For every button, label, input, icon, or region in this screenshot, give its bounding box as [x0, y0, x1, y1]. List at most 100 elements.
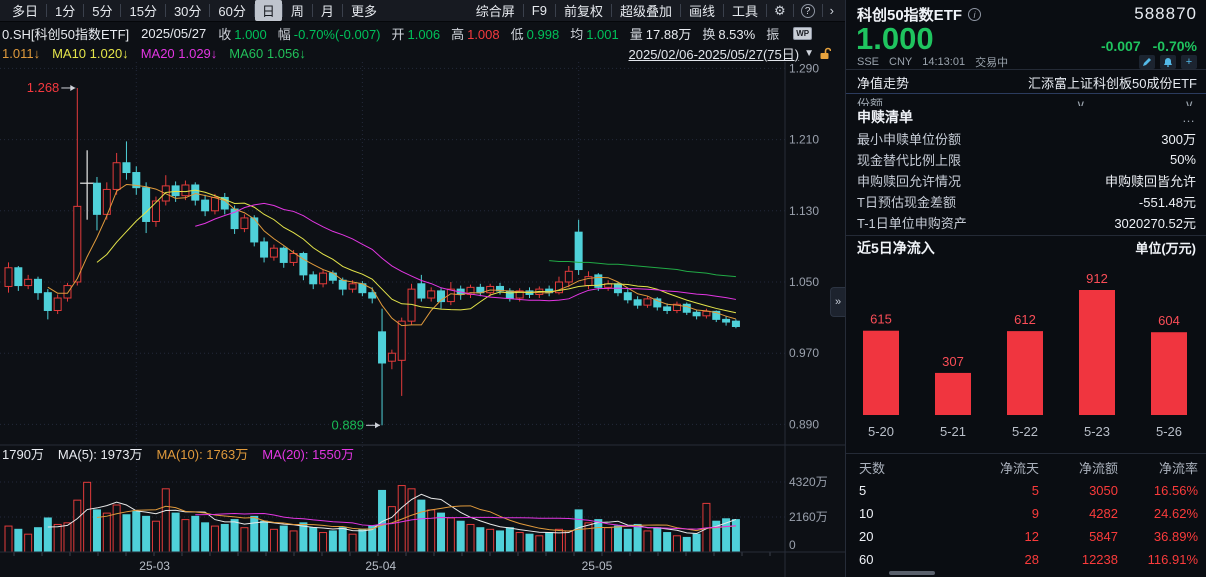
gear-icon[interactable]: ⚙	[767, 3, 793, 19]
quote-header: 科创50指数ETF i 588870 1.000 -0.007 -0.70% S…	[846, 0, 1206, 70]
clipped-row-text: 份额	[857, 97, 883, 106]
ma-legend-row: 1.011↓MA10 1.020↓MA20 1.029↓MA60 1.056↓ …	[0, 44, 845, 62]
field-均: 均1.001	[570, 24, 619, 43]
period-tab-1分[interactable]: 1分	[47, 0, 83, 21]
chevron-down-icon[interactable]: ▼	[804, 48, 814, 59]
exchange-label: SSE	[857, 56, 879, 68]
trading-app: 多日1分5分15分30分60分日周月更多 综合屏F9前复权超级叠加画线工具⚙? ›…	[0, 0, 1206, 577]
bar-date: 2025/05/27	[141, 26, 206, 41]
table-header-row: 天数净流天净流额净流率	[846, 456, 1206, 479]
svg-text:1.290: 1.290	[789, 62, 819, 75]
chevron-down-icon[interactable]: ∨	[1076, 95, 1086, 106]
help-icon[interactable]: ?	[801, 4, 815, 18]
period-tab-15分[interactable]: 15分	[121, 0, 164, 21]
field-幅: 幅-0.70%(-0.007)	[278, 24, 381, 43]
quote-time: 14:13:01	[922, 56, 965, 68]
kv-row: T日预估现金差额-551.48元	[846, 191, 1206, 212]
table-row[interactable]: 602812238116.91%	[846, 548, 1206, 571]
svg-text:5-23: 5-23	[1084, 424, 1110, 439]
period-tab-日[interactable]: 日	[255, 0, 282, 21]
trading-status: 交易中	[975, 54, 1008, 70]
period-tab-多日[interactable]: 多日	[4, 0, 46, 21]
svg-text:0.889: 0.889	[331, 417, 364, 432]
redemption-section-header: 申赎清单 …	[846, 106, 1206, 128]
info-icon[interactable]: i	[968, 8, 981, 21]
add-watch-icon[interactable]: +	[1181, 55, 1197, 69]
lock-open-icon[interactable]	[819, 47, 831, 60]
currency-label: CNY	[889, 56, 912, 68]
quote-panel: 科创50指数ETF i 588870 1.000 -0.007 -0.70% S…	[845, 0, 1206, 577]
svg-text:912: 912	[1086, 271, 1108, 286]
period-tab-60分[interactable]: 60分	[210, 0, 253, 21]
top-toolbar: 多日1分5分15分30分60分日周月更多 综合屏F9前复权超级叠加画线工具⚙? ›	[0, 0, 845, 22]
svg-text:615: 615	[870, 312, 892, 327]
alert-bell-icon[interactable]	[1160, 55, 1176, 69]
expand-right-icon[interactable]: ›	[823, 3, 841, 18]
field-换: 换8.53%	[702, 24, 755, 43]
more-options-icon[interactable]: …	[1182, 110, 1196, 125]
table-row[interactable]: 2012584736.89%	[846, 525, 1206, 548]
kline-chart[interactable]: 1.2901.2101.1301.0500.9700.8904320万2160万…	[0, 62, 845, 577]
svg-text:0: 0	[789, 538, 796, 552]
svg-text:604: 604	[1158, 313, 1180, 328]
field-开: 开1.006	[392, 24, 441, 43]
field-振: 振	[766, 24, 782, 43]
period-tabs: 多日1分5分15分30分60分日周月更多	[4, 0, 385, 22]
tool-超级叠加[interactable]: 超级叠加	[612, 0, 680, 21]
kv-row: 最小申赎单位份额300万	[846, 128, 1206, 149]
period-tab-月[interactable]: 月	[313, 0, 342, 21]
volume-legend-item: MA(20): 1550万	[262, 444, 354, 463]
svg-text:4320万: 4320万	[789, 475, 828, 489]
tool-前复权[interactable]: 前复权	[556, 0, 611, 21]
last-price: 1.000	[856, 24, 934, 54]
tool-画线[interactable]: 画线	[681, 0, 723, 21]
field-高: 高1.008	[451, 24, 500, 43]
ohlc-fields: 收1.000 幅-0.70%(-0.007) 开1.006 高1.008 低0.998 均…	[218, 24, 793, 43]
period-tab-5分[interactable]: 5分	[84, 0, 120, 21]
volume-legend-item: MA(10): 1763万	[156, 444, 248, 463]
quote-info-row: 0.SH[科创50指数ETF] 2025/05/27 收1.000幅-0.70%…	[0, 22, 845, 44]
kv-row: T-1日单位申购资产3020270.52元	[846, 212, 1206, 233]
field-量: 量17.88万	[630, 24, 692, 43]
nav-tab-row[interactable]: 净值走势 汇添富上证科创板50成份ETF	[846, 71, 1206, 94]
period-tab-30分[interactable]: 30分	[166, 0, 209, 21]
table-row[interactable]: 109428224.62%	[846, 502, 1206, 525]
price-change-pct: -0.70%	[1153, 38, 1197, 54]
net-inflow-bar-chart: 6155-203075-216125-229125-236045-26	[846, 256, 1206, 452]
volume-legend: 1790万MA(5): 1973万MA(10): 1763万MA(20): 15…	[2, 444, 354, 463]
field-低: 低0.998	[511, 24, 560, 43]
kline-svg[interactable]: 1.2901.2101.1301.0500.9700.8904320万2160万…	[0, 62, 845, 577]
redemption-fields: 最小申赎单位份额300万现金替代比例上限50%申购赎回允许情况申购赎回皆允许T日…	[846, 128, 1206, 233]
flow-chart-unit: 单位(万元)	[1135, 238, 1196, 257]
section-title: 申赎清单	[857, 107, 913, 127]
table-row[interactable]: 55305016.56%	[846, 479, 1206, 502]
flow-chart-title: 近5日净流入	[857, 238, 935, 258]
period-tab-周[interactable]: 周	[283, 0, 312, 21]
tool-F9[interactable]: F9	[524, 2, 555, 19]
panel-expand-handle[interactable]: »	[830, 287, 845, 317]
ma-legend-item: MA20 1.029↓	[141, 46, 218, 61]
svg-text:1.130: 1.130	[789, 204, 819, 218]
tool-工具[interactable]: 工具	[724, 0, 766, 21]
svg-text:5-21: 5-21	[940, 424, 966, 439]
svg-text:612: 612	[1014, 312, 1036, 327]
flow-stats-table: 天数净流天净流额净流率55305016.56%109428224.62%2012…	[846, 456, 1206, 571]
scrollbar-thumb[interactable]	[889, 571, 935, 575]
svg-text:5-22: 5-22	[1012, 424, 1038, 439]
svg-text:1.268: 1.268	[27, 80, 60, 95]
tool-综合屏[interactable]: 综合屏	[468, 0, 523, 21]
chart-region: 多日1分5分15分30分60分日周月更多 综合屏F9前复权超级叠加画线工具⚙? ›…	[0, 0, 845, 577]
edit-icon[interactable]	[1139, 55, 1155, 69]
field-收: 收1.000	[218, 24, 267, 43]
date-range-link[interactable]: 2025/02/06-2025/05/27(75日)	[629, 44, 800, 63]
tab-nav-trend[interactable]: 净值走势	[857, 73, 909, 92]
wp-badge-icon[interactable]: WP	[793, 27, 812, 40]
period-tab-更多[interactable]: 更多	[343, 0, 385, 21]
ma-legend-item: 1.011↓	[2, 46, 40, 61]
fund-name[interactable]: 汇添富上证科创板50成份ETF	[1028, 73, 1197, 92]
chevron-down-icon[interactable]: ∨	[1184, 95, 1194, 106]
svg-text:0.890: 0.890	[789, 417, 819, 431]
svg-text:1.050: 1.050	[789, 275, 819, 289]
volume-legend-item: 1790万	[2, 444, 44, 463]
instrument-code: 588870	[1134, 4, 1197, 24]
